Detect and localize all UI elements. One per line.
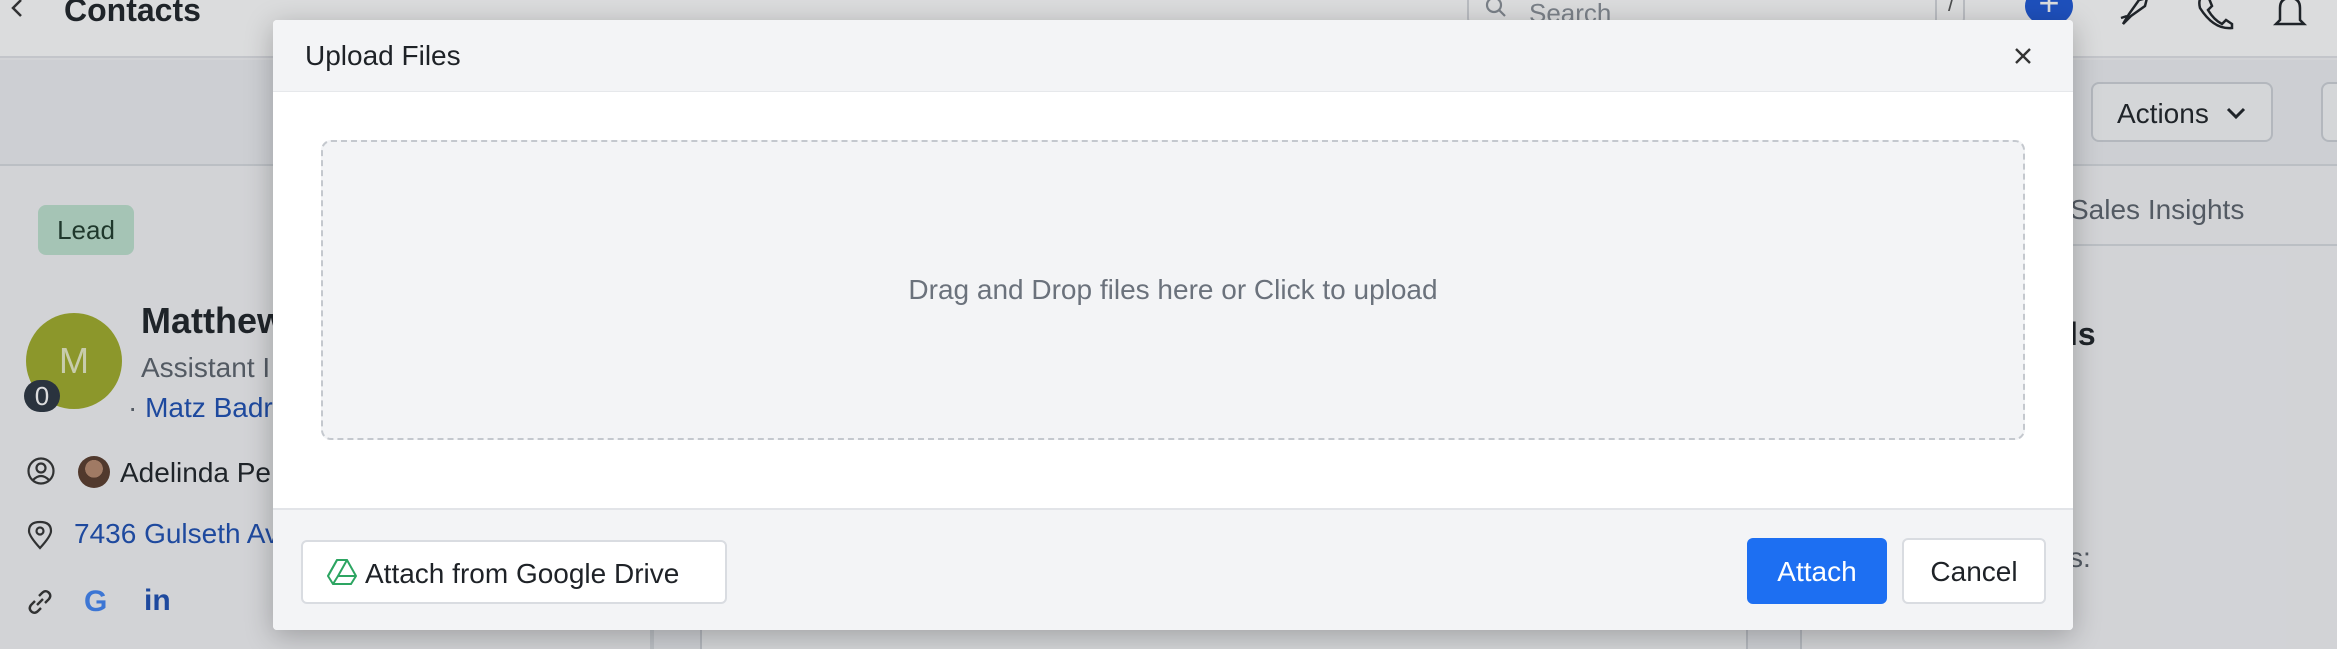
attach-label: Attach (1777, 556, 1857, 587)
google-drive-icon (327, 559, 357, 585)
dropzone-text: Drag and Drop files here or Click to upl… (908, 274, 1438, 305)
close-icon[interactable] (2011, 44, 2035, 68)
attach-google-drive-button[interactable]: Attach from Google Drive (301, 540, 727, 604)
dialog-footer: Attach from Google Drive Attach Cancel (273, 508, 2073, 630)
file-dropzone[interactable]: Drag and Drop files here or Click to upl… (321, 140, 2025, 440)
google-drive-label: Attach from Google Drive (365, 558, 680, 589)
attach-button[interactable]: Attach (1747, 538, 1887, 604)
upload-files-dialog: Upload Files Drag and Drop files here or… (273, 20, 2073, 630)
cancel-button[interactable]: Cancel (1902, 538, 2046, 604)
dialog-title: Upload Files (305, 40, 461, 71)
dialog-header: Upload Files (273, 20, 2073, 92)
cancel-label: Cancel (1930, 556, 2018, 587)
